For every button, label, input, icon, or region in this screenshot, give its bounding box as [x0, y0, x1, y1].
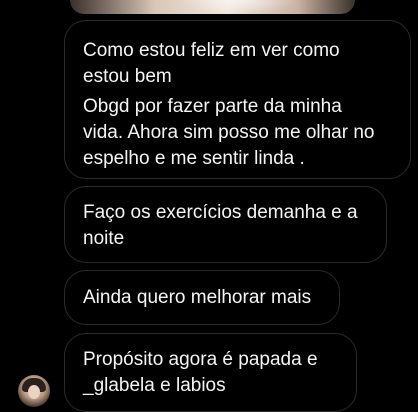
message-line: Propósito agora é papada e: [83, 349, 318, 370]
message-line: estou bem: [83, 66, 172, 87]
message-bubble-3[interactable]: Ainda quero melhorar mais: [64, 270, 340, 325]
message-bubble-4[interactable]: Propósito agora é papada e _glabela e la…: [64, 333, 357, 412]
message-line: noite: [83, 228, 125, 249]
photo-highlight: [180, 0, 300, 14]
shared-photo-thumbnail[interactable]: [70, 0, 355, 14]
avatar-face: [28, 385, 40, 399]
message-line: vida. Ahora sim posso me olhar no: [83, 122, 375, 143]
message-line: Como estou feliz em ver como: [83, 40, 340, 61]
message-line: Ainda quero melhorar mais: [83, 287, 312, 308]
sender-avatar[interactable]: [18, 375, 50, 407]
message-line: _glabela e labios: [83, 375, 226, 396]
message-bubble-2[interactable]: Faço os exercícios demanha e a noite: [64, 186, 387, 263]
message-line: Faço os exercícios demanha e a: [83, 202, 358, 223]
message-line: espelho e me sentir linda .: [83, 148, 305, 169]
message-line: Obgd por fazer parte da minha: [83, 96, 342, 117]
message-bubble-1[interactable]: Como estou feliz em ver como estou bem O…: [64, 20, 411, 179]
